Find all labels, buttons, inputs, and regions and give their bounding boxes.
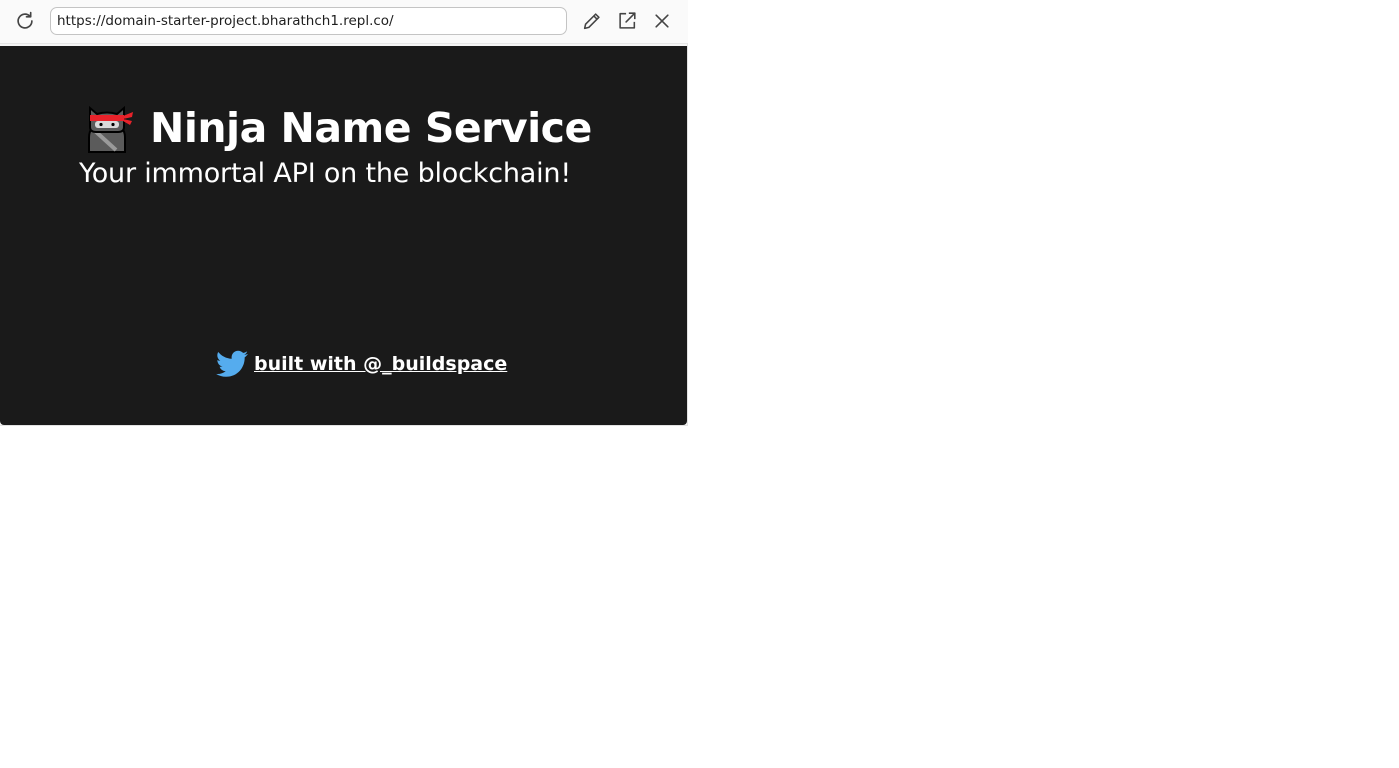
external-link-icon: [619, 12, 636, 29]
reload-button[interactable]: [11, 7, 39, 35]
open-in-new-tab-button[interactable]: [613, 7, 641, 35]
browser-window: Ninja Name Service Your immortal API on …: [0, 0, 688, 426]
header: Ninja Name Service: [80, 102, 592, 154]
ninja-emoji-icon: [88, 105, 133, 153]
app-content: Ninja Name Service Your immortal API on …: [0, 46, 687, 425]
pencil-icon: [583, 13, 600, 30]
url-input[interactable]: [50, 7, 567, 35]
page-subtitle: Your immortal API on the blockchain!: [79, 158, 571, 189]
close-icon: [655, 14, 669, 28]
browser-toolbar: [0, 0, 688, 44]
buildspace-link[interactable]: built with @_buildspace: [254, 353, 507, 375]
twitter-icon: [216, 350, 248, 377]
footer: built with @_buildspace: [216, 350, 507, 378]
edit-url-button[interactable]: [578, 7, 606, 35]
reload-icon: [17, 11, 33, 29]
page-title: Ninja Name Service: [150, 104, 592, 152]
close-button[interactable]: [648, 7, 676, 35]
